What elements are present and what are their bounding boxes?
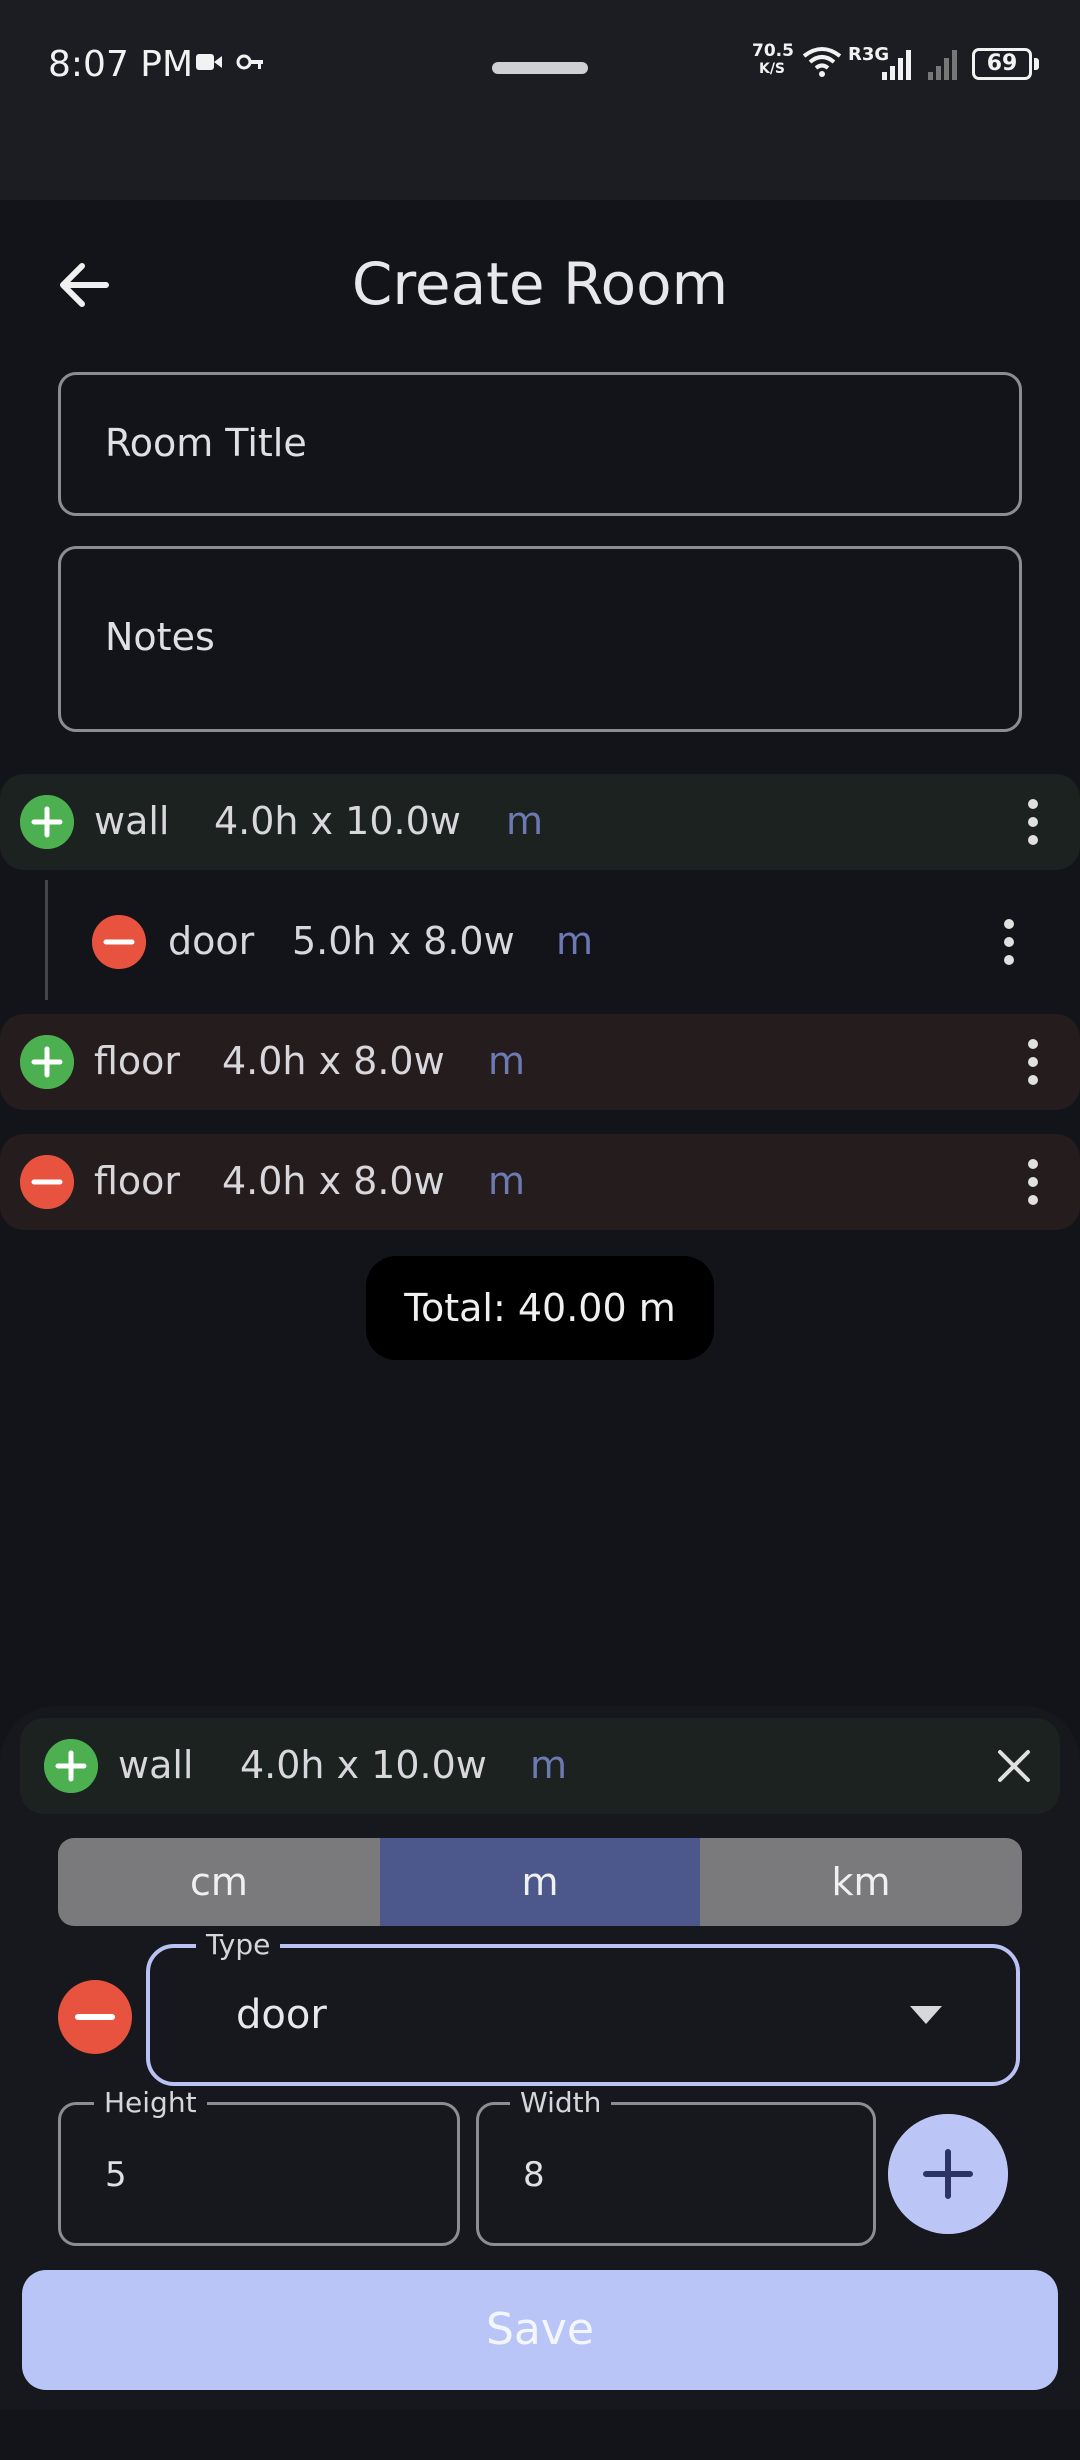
room-title-input[interactable]: Room Title [58, 372, 1022, 516]
battery-tip [1034, 58, 1039, 70]
plus-circle-icon[interactable] [44, 1739, 98, 1793]
total-badge: Total: 40.00 m [366, 1256, 714, 1360]
signal-strength-icon [882, 50, 911, 80]
status-bar [0, 0, 1080, 200]
item-type: floor [94, 1159, 181, 1203]
more-vert-icon[interactable] [1018, 792, 1048, 852]
parent-item-type: wall [118, 1743, 194, 1787]
type-dropdown[interactable]: door [146, 1944, 1020, 2086]
item-dimensions: 5.0h x 8.0w [292, 919, 515, 963]
minus-circle-icon[interactable] [58, 1980, 132, 2054]
height-value: 5 [105, 2155, 127, 2195]
navigation-bar [0, 2410, 1080, 2460]
plus-circle-icon[interactable] [20, 1035, 74, 1089]
more-vert-icon[interactable] [1018, 1032, 1048, 1092]
editor-parent-item: wall 4.0h x 10.0w m [20, 1718, 1060, 1814]
status-notification-icons [196, 48, 266, 85]
caret-down-icon [910, 2006, 942, 2024]
minus-circle-icon[interactable] [20, 1155, 74, 1209]
wifi-icon [802, 47, 842, 77]
list-item[interactable]: wall 4.0h x 10.0w m [0, 774, 1080, 870]
unit-option-m[interactable]: m [380, 1838, 700, 1926]
list-item[interactable]: floor 4.0h x 8.0w m [0, 1014, 1080, 1110]
width-label: Width [510, 2086, 612, 2119]
arrow-left-icon[interactable] [50, 250, 120, 320]
item-unit: m [488, 1159, 526, 1203]
network-speed: 70.5 K/S [752, 41, 794, 77]
signal-strength-icon [928, 50, 957, 80]
close-icon[interactable] [994, 1746, 1034, 1786]
notes-input[interactable]: Notes [58, 546, 1022, 732]
video-camera-icon [196, 54, 263, 70]
minus-circle-icon[interactable] [92, 915, 146, 969]
item-type: wall [94, 799, 170, 843]
height-label: Height [94, 2086, 207, 2119]
page-title: Create Room [351, 250, 729, 318]
parent-item-unit: m [530, 1743, 568, 1787]
item-unit: m [556, 919, 594, 963]
item-type: door [168, 919, 255, 963]
item-type: floor [94, 1039, 181, 1083]
item-dimensions: 4.0h x 8.0w [222, 1159, 445, 1203]
more-vert-icon[interactable] [1018, 1152, 1048, 1212]
width-value: 8 [523, 2155, 545, 2195]
item-unit: m [488, 1039, 526, 1083]
battery-indicator: 69 [972, 48, 1032, 80]
list-item[interactable]: door 5.0h x 8.0w m [0, 894, 1080, 990]
add-item-button[interactable] [888, 2114, 1008, 2234]
item-dimensions: 4.0h x 10.0w [214, 799, 461, 843]
plus-circle-icon[interactable] [20, 795, 74, 849]
type-value: door [236, 1992, 327, 2038]
item-dimensions: 4.0h x 8.0w [222, 1039, 445, 1083]
status-time: 8:07 PM [48, 44, 194, 85]
unit-option-cm[interactable]: cm [58, 1838, 380, 1926]
width-input[interactable]: 8 [476, 2102, 876, 2246]
item-unit: m [506, 799, 544, 843]
save-button[interactable]: Save [22, 2270, 1058, 2390]
more-vert-icon[interactable] [994, 912, 1024, 972]
camera-pill [492, 62, 588, 74]
height-input[interactable]: 5 [58, 2102, 460, 2246]
unit-option-km[interactable]: km [700, 1838, 1022, 1926]
parent-item-dimensions: 4.0h x 10.0w [240, 1743, 487, 1787]
room-title-placeholder: Room Title [105, 421, 307, 465]
type-label: Type [196, 1928, 281, 1961]
notes-placeholder: Notes [105, 615, 215, 659]
list-item[interactable]: floor 4.0h x 8.0w m [0, 1134, 1080, 1230]
